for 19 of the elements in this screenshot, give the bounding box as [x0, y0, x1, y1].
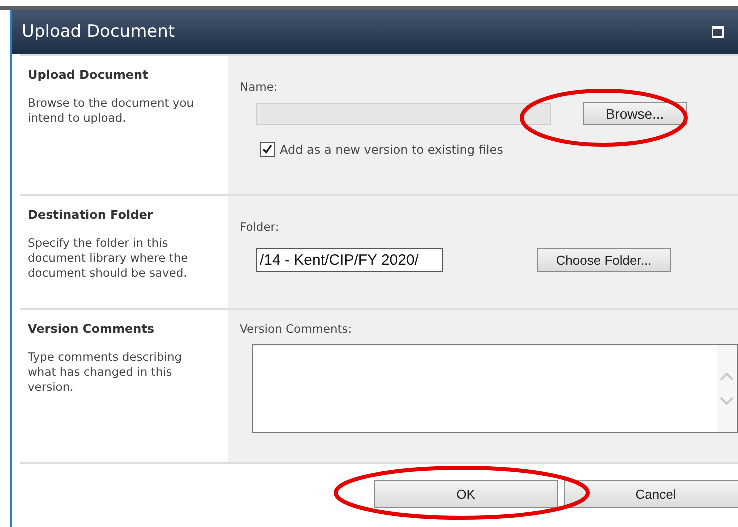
section-description: Type comments describing what has changed in this version. [28, 350, 184, 395]
file-path-field[interactable] [256, 102, 551, 124]
field-label: Version Comments: [240, 322, 354, 336]
section-title: Destination Folder [28, 208, 154, 222]
choose-folder-button[interactable]: Choose Folder... [537, 248, 671, 272]
field-label: Folder: [240, 220, 280, 234]
section-description: Specify the folder in this document library where the document should be saved. [28, 236, 190, 281]
maximize-icon[interactable] [712, 26, 724, 38]
folder-field[interactable]: /14 - Kent/CIP/FY 2020/ [256, 248, 443, 272]
cancel-button[interactable]: Cancel [564, 480, 738, 508]
browse-button[interactable]: Browse... [583, 102, 687, 125]
field-label: Name: [240, 80, 279, 94]
checkbox[interactable] [260, 142, 275, 157]
checkbox-label: Add as a new version to existing files [280, 142, 504, 156]
section-title: Upload Document [28, 68, 150, 82]
section-title: Version Comments [28, 322, 156, 336]
window-title: Upload Document [22, 22, 176, 42]
ok-button[interactable]: OK [374, 480, 558, 508]
section-description: Browse to the document you intend to upload. [28, 96, 196, 126]
